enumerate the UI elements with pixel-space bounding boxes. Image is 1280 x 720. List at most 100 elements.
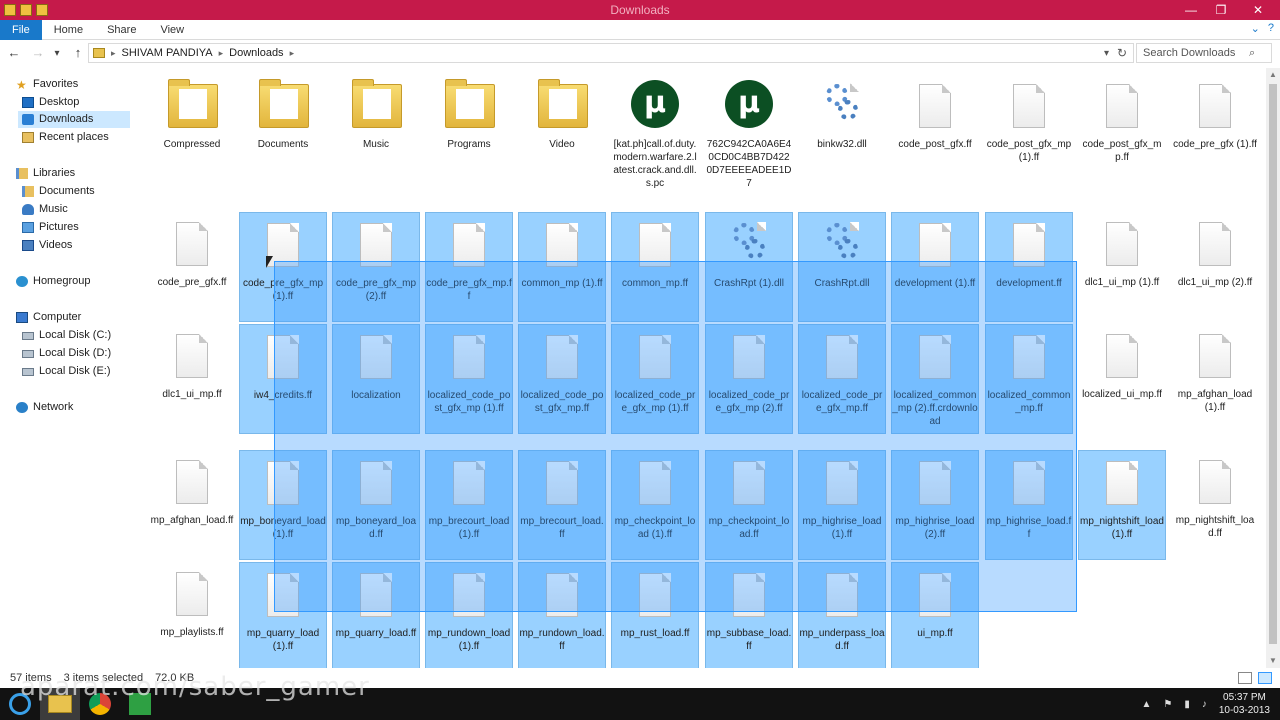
tab-view[interactable]: View <box>148 20 196 40</box>
network-tray-icon[interactable]: ▮ <box>1184 699 1190 710</box>
file-item[interactable]: ui_mp.ff <box>891 562 979 672</box>
show-hidden-icons-icon[interactable]: ▲ <box>1141 699 1151 710</box>
volume-icon[interactable]: ♪ <box>1202 699 1207 710</box>
forward-button[interactable]: → <box>28 43 48 63</box>
file-item[interactable]: development (1).ff <box>891 212 979 322</box>
maximize-button[interactable]: ❐ <box>1206 0 1236 20</box>
file-item[interactable]: dlc1_ui_mp (2).ff <box>1171 212 1259 322</box>
file-item[interactable]: code_pre_gfx_mp (2).ff <box>332 212 420 322</box>
minimize-button[interactable]: — <box>1176 0 1206 20</box>
file-item[interactable]: mp_boneyard_load (1).ff <box>239 450 327 560</box>
file-item[interactable]: code_pre_gfx.ff <box>148 212 236 322</box>
tab-share[interactable]: Share <box>95 20 148 40</box>
file-item[interactable]: mp_boneyard_load.ff <box>332 450 420 560</box>
nav-network[interactable]: Network <box>16 399 73 416</box>
details-view-icon[interactable] <box>1238 672 1252 684</box>
file-item[interactable]: development.ff <box>985 212 1073 322</box>
file-item[interactable]: code_pre_gfx_mp (1).ff <box>239 212 327 322</box>
file-item[interactable]: localized_common_mp (2).ff.crdownload <box>891 324 979 434</box>
file-item[interactable]: localized_ui_mp.ff <box>1078 324 1166 434</box>
file-item[interactable]: common_mp (1).ff <box>518 212 606 322</box>
file-item[interactable]: common_mp.ff <box>611 212 699 322</box>
file-item[interactable]: binkw32.dll <box>798 74 886 153</box>
nav-pictures[interactable]: Pictures <box>22 219 79 236</box>
file-item[interactable]: µ 762C942CA0A6E40CD0C4BB7D4220D7EEEEADEE1… <box>705 74 793 192</box>
taskbar-app[interactable] <box>120 688 160 720</box>
address-dropdown-icon[interactable]: ▾ <box>1104 48 1109 59</box>
file-item[interactable]: code_pre_gfx (1).ff <box>1171 74 1259 153</box>
back-button[interactable]: ← <box>4 43 24 63</box>
file-item[interactable]: mp_brecourt_load.ff <box>518 450 606 560</box>
file-item[interactable]: Video <box>518 74 606 153</box>
nav-homegroup[interactable]: Homegroup <box>16 273 90 290</box>
close-button[interactable]: ✕ <box>1236 0 1280 20</box>
file-item[interactable]: mp_highrise_load.ff <box>985 450 1073 560</box>
file-item[interactable]: localized_code_post_gfx_mp.ff <box>518 324 606 434</box>
file-item[interactable]: Compressed <box>148 74 236 153</box>
file-item[interactable]: µ [kat.ph]call.of.duty.modern.warfare.2.l… <box>611 74 699 192</box>
nav-recent-places[interactable]: Recent places <box>22 129 109 146</box>
file-item[interactable]: mp_brecourt_load (1).ff <box>425 450 513 560</box>
tab-file[interactable]: File <box>0 19 42 40</box>
file-item[interactable]: iw4_credits.ff <box>239 324 327 434</box>
nav-documents[interactable]: Documents <box>22 183 95 200</box>
search-icon[interactable]: ⌕ <box>1249 47 1255 60</box>
file-item[interactable]: mp_nightshift_load (1).ff <box>1078 450 1166 560</box>
nav-favorites[interactable]: ★ Favorites <box>16 76 78 93</box>
file-item[interactable]: code_post_gfx.ff <box>891 74 979 153</box>
file-item[interactable]: mp_quarry_load (1).ff <box>239 562 327 672</box>
file-item[interactable]: Programs <box>425 74 513 153</box>
file-item[interactable]: localized_common_mp.ff <box>985 324 1073 434</box>
breadcrumb-downloads[interactable]: Downloads <box>229 47 283 59</box>
file-item[interactable]: CrashRpt (1).dll <box>705 212 793 322</box>
file-item[interactable]: mp_afghan_load.ff <box>148 450 236 560</box>
file-item[interactable]: mp_highrise_load (2).ff <box>891 450 979 560</box>
nav-music[interactable]: Music <box>22 201 68 218</box>
file-item[interactable]: localized_code_pre_gfx_mp (1).ff <box>611 324 699 434</box>
up-button[interactable]: ↑ <box>68 43 88 63</box>
file-item[interactable]: mp_rust_load.ff <box>611 562 699 672</box>
address-bar[interactable]: ▸ SHIVAM PANDIYA ▸ Downloads ▸ ▾ ↻ <box>88 43 1134 63</box>
help-icon[interactable]: ? <box>1268 22 1274 35</box>
file-item[interactable]: Documents <box>239 74 327 153</box>
taskbar-internet-explorer[interactable] <box>0 688 40 720</box>
scroll-up-icon[interactable]: ▲ <box>1266 68 1280 82</box>
refresh-icon[interactable]: ↻ <box>1117 46 1127 60</box>
vertical-scrollbar[interactable]: ▲ ▼ <box>1266 68 1280 668</box>
file-item[interactable]: mp_rundown_load (1).ff <box>425 562 513 672</box>
large-icons-view-icon[interactable] <box>1258 672 1272 684</box>
file-item[interactable]: code_post_gfx_mp.ff <box>1078 74 1166 166</box>
file-item[interactable]: mp_rundown_load.ff <box>518 562 606 672</box>
file-item[interactable]: mp_nightshift_load.ff <box>1171 450 1259 560</box>
file-item[interactable]: mp_checkpoint_load.ff <box>705 450 793 560</box>
file-item[interactable]: Music <box>332 74 420 153</box>
chevron-right-icon[interactable]: ▸ <box>290 48 295 59</box>
nav-computer[interactable]: Computer <box>16 309 81 326</box>
file-item[interactable]: code_pre_gfx_mp.ff <box>425 212 513 322</box>
nav-libraries[interactable]: Libraries <box>16 165 75 182</box>
scrollbar-thumb[interactable] <box>1269 84 1277 644</box>
nav-desktop[interactable]: Desktop <box>22 94 79 111</box>
nav-drive-e[interactable]: Local Disk (E:) <box>22 363 111 380</box>
expand-ribbon-icon[interactable]: ⌄ <box>1251 22 1260 35</box>
tab-home[interactable]: Home <box>42 20 95 40</box>
file-item[interactable]: mp_checkpoint_load (1).ff <box>611 450 699 560</box>
file-item[interactable]: localized_code_pre_gfx_mp (2).ff <box>705 324 793 434</box>
taskbar-chrome[interactable] <box>80 688 120 720</box>
file-item[interactable]: code_post_gfx_mp (1).ff <box>985 74 1073 166</box>
file-item[interactable]: dlc1_ui_mp.ff <box>148 324 236 434</box>
file-item[interactable]: localization <box>332 324 420 434</box>
nav-drive-c[interactable]: Local Disk (C:) <box>22 327 111 344</box>
search-input[interactable] <box>1137 47 1249 59</box>
scroll-down-icon[interactable]: ▼ <box>1266 654 1280 668</box>
file-item[interactable]: mp_quarry_load.ff <box>332 562 420 672</box>
file-item[interactable]: mp_afghan_load (1).ff <box>1171 324 1259 434</box>
file-view[interactable]: Compressed Documents Music Programs Video µ [k… <box>140 68 1266 672</box>
file-item[interactable]: mp_playlists.ff <box>148 562 236 672</box>
breadcrumb-user[interactable]: SHIVAM PANDIYA <box>122 47 213 59</box>
nav-drive-d[interactable]: Local Disk (D:) <box>22 345 111 362</box>
clock[interactable]: 05:37 PM 10-03-2013 <box>1219 691 1270 717</box>
file-item[interactable]: dlc1_ui_mp (1).ff <box>1078 212 1166 322</box>
flag-icon[interactable]: ⚑ <box>1163 699 1172 710</box>
file-item[interactable]: localized_code_post_gfx_mp (1).ff <box>425 324 513 434</box>
